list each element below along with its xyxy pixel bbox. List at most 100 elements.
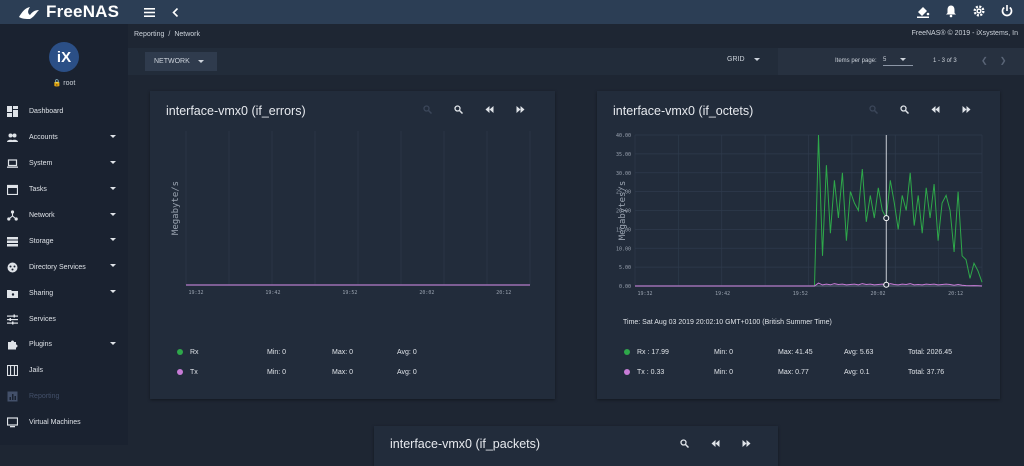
items-per-page-select[interactable]: 5 [883, 57, 913, 66]
avatar[interactable]: iX [49, 42, 79, 72]
legend-max: Max: 41.45 [778, 349, 813, 356]
sidebar-item-directory-services[interactable]: Directory Services [0, 254, 128, 280]
theme-icon[interactable] [916, 4, 930, 18]
chart-tools [680, 439, 751, 448]
sidebar-item-label: Dashboard [29, 108, 64, 116]
x-tick-label: 20:02 [419, 290, 434, 296]
caret-down-icon [110, 342, 116, 346]
y-tick-label: 15.00 [616, 227, 631, 233]
legend-avg: Avg: 0 [397, 369, 417, 376]
grid-select[interactable]: GRID [727, 56, 761, 63]
legend-avg: Avg: 0.1 [844, 369, 870, 376]
grid-select-label: GRID [727, 56, 745, 63]
sidebar-item-tasks[interactable]: Tasks [0, 177, 128, 203]
caret-down-icon [110, 264, 116, 268]
prev-page-icon[interactable]: ❮ [981, 56, 1000, 65]
legend-row-tx: Tx Min: 0 Max: 0 Avg: 0 [177, 367, 557, 381]
legend-total: Total: 2026.45 [908, 349, 952, 356]
sidebar: iX 🔒 root Dashboard Accounts System Task… [0, 24, 128, 445]
breadcrumb-parent[interactable]: Reporting [134, 31, 164, 38]
sidebar-item-plugins[interactable]: Plugins [0, 332, 128, 358]
hamburger-icon[interactable] [138, 5, 160, 20]
legend-row-rx: Rx Min: 0 Max: 0 Avg: 0 [177, 347, 557, 361]
legend-row-rx: Rx : 17.99 Min: 0 Max: 41.45 Avg: 5.63 T… [624, 347, 1004, 361]
sidebar-item-services[interactable]: Services [0, 306, 128, 332]
sidebar-item-label: Accounts [29, 134, 58, 142]
copyright: FreeNAS® © 2019 - iXsystems, In [911, 30, 1018, 37]
sidebar-item-network[interactable]: Network [0, 203, 128, 229]
x-tick-label: 19:32 [637, 291, 652, 297]
chart-card-if-packets: interface-vmx0 (if_packets) [374, 426, 778, 466]
zoom-in-icon[interactable] [680, 439, 689, 448]
caret-down-icon [110, 290, 116, 294]
y-tick-label: 35.00 [616, 152, 631, 158]
sidebar-item-sharing[interactable]: Sharing [0, 280, 128, 306]
card-title: interface-vmx0 (if_packets) [390, 437, 541, 451]
legend-max: Max: 0 [332, 369, 354, 376]
rewind-icon[interactable] [485, 105, 494, 114]
rewind-icon[interactable] [931, 105, 940, 114]
x-tick-label: 19:52 [342, 290, 357, 296]
chart-icon [7, 391, 18, 402]
network-select-label: NETWORK [154, 58, 190, 65]
directory-icon [7, 262, 18, 273]
rx-legend-dot [624, 349, 630, 355]
hover-point-tx [883, 281, 890, 288]
sidebar-item-reporting[interactable]: Reporting [0, 384, 128, 410]
fast-forward-icon[interactable] [516, 105, 525, 114]
sidebar-item-label: Jails [29, 367, 44, 375]
y-axis-label: Megabyte/s [171, 181, 181, 235]
chart-tools [423, 105, 525, 114]
x-tick-label: 19:42 [265, 290, 280, 296]
sidebar-item-jails[interactable]: Jails [0, 358, 128, 384]
freenas-logo[interactable]: FreeNAS [0, 0, 128, 24]
fast-forward-icon[interactable] [962, 105, 971, 114]
legend-min: Min: 0 [714, 349, 734, 356]
page-nav: ❮❯ [981, 56, 1018, 65]
sidebar-item-label: Services [29, 315, 56, 323]
power-icon[interactable] [1000, 4, 1014, 18]
y-tick-label: 0.00 [619, 284, 631, 290]
jail-icon [7, 365, 18, 377]
items-per-page-value: 5 [883, 57, 887, 63]
bell-icon[interactable] [944, 4, 958, 18]
zoom-in-icon[interactable] [454, 105, 463, 114]
y-tick-label: 40.00 [616, 133, 631, 139]
items-per-page-label: Items per page: [835, 58, 877, 64]
tx-legend-dot [177, 369, 183, 375]
caret-down-icon [197, 60, 204, 63]
sidebar-item-dashboard[interactable]: Dashboard [0, 99, 128, 125]
caret-down-icon [110, 134, 116, 138]
y-tick-label: 5.00 [619, 265, 631, 271]
sidebar-item-virtual-machines[interactable]: Virtual Machines [0, 410, 128, 436]
legend-avg: Avg: 0 [397, 349, 417, 356]
gear-icon[interactable] [972, 4, 986, 18]
sidebar-item-storage[interactable]: Storage [0, 228, 128, 254]
sidebar-item-label: Sharing [29, 289, 54, 297]
network-select[interactable]: NETWORK [145, 52, 217, 71]
legend-total: Total: 37.76 [908, 369, 945, 376]
breadcrumb-current: Network [174, 30, 200, 38]
sidebar-item-label: Directory Services [29, 263, 86, 271]
if-errors-chart: Megabyte/s 19:32 19:42 19:52 20:02 20:12 [171, 131, 531, 296]
fast-forward-icon[interactable] [742, 439, 751, 448]
sidebar-item-system[interactable]: System [0, 151, 128, 177]
legend-row-tx: Tx : 0.33 Min: 0 Max: 0.77 Avg: 0.1 Tota… [624, 367, 1004, 381]
zoom-reset-icon[interactable] [423, 105, 432, 114]
zoom-in-icon[interactable] [900, 105, 909, 114]
lock-icon: 🔒 [52, 80, 62, 87]
legend-max: Max: 0 [332, 349, 354, 356]
breadcrumb: Reporting / Network FreeNAS® © 2019 - iX… [128, 24, 1024, 44]
rewind-icon[interactable] [711, 439, 720, 448]
sidebar-item-label: Tasks [29, 186, 47, 194]
caret-down-icon [110, 186, 116, 190]
y-tick-label: 10.00 [616, 246, 631, 252]
zoom-reset-icon[interactable] [869, 105, 878, 114]
chart-tools [869, 105, 971, 114]
next-page-icon[interactable]: ❯ [1000, 56, 1019, 65]
sidebar-item-accounts[interactable]: Accounts [0, 125, 128, 151]
card-title: interface-vmx0 (if_errors) [166, 104, 306, 118]
chevron-left-icon[interactable] [164, 5, 186, 20]
legend-series: Tx : 0.33 [637, 369, 665, 376]
caret-down-icon [900, 57, 907, 61]
